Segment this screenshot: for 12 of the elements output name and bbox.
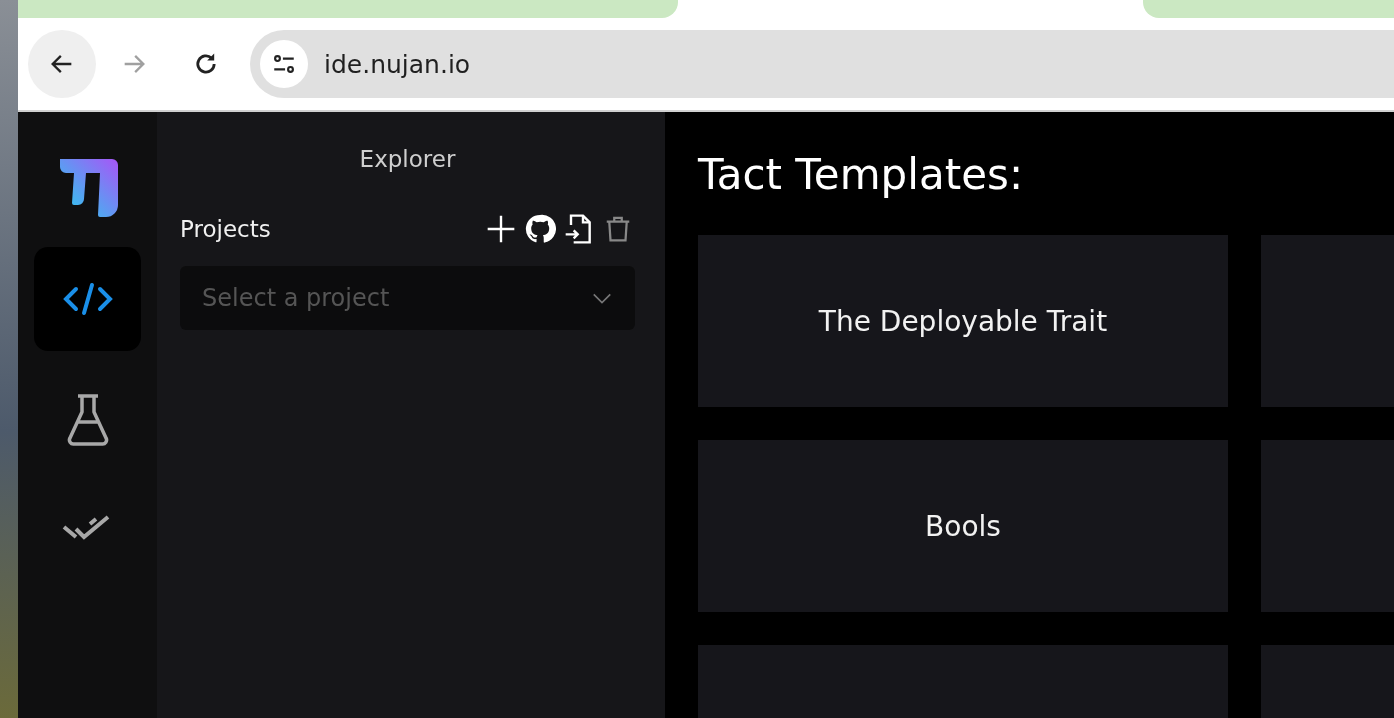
- flask-icon: [65, 394, 110, 446]
- code-icon: [61, 281, 114, 317]
- template-card[interactable]: The Deployable Trait: [698, 235, 1228, 407]
- panel-title: Explorer: [358, 146, 457, 172]
- nav-item[interactable]: [34, 247, 141, 351]
- github-icon[interactable]: [523, 212, 557, 246]
- template-card[interactable]: Bools: [698, 440, 1228, 612]
- url-text: ide.nujan.io: [324, 49, 471, 79]
- site-info-icon[interactable]: [260, 40, 308, 88]
- page-heading: Tact Templates:: [698, 150, 1025, 201]
- projects-label: Projects: [180, 216, 271, 242]
- address-bar[interactable]: ide.nujan.io: [250, 30, 1394, 98]
